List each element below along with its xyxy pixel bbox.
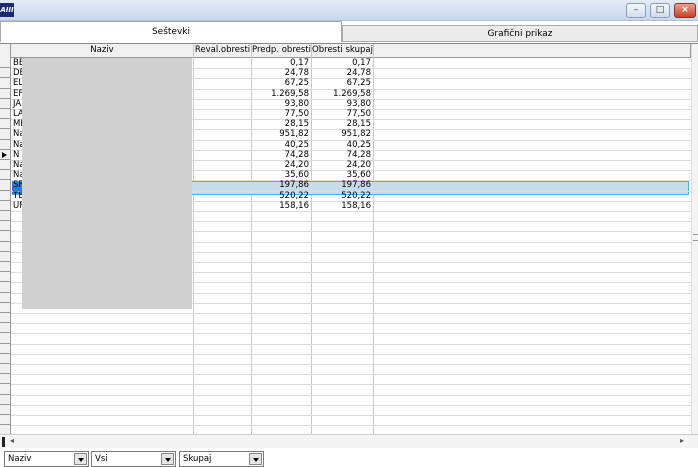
minimize-button[interactable]: –: [626, 3, 646, 18]
maximize-icon: □: [655, 5, 665, 15]
vertical-scrollbar[interactable]: [691, 44, 698, 434]
row-divider: [11, 353, 691, 355]
row-indicator[interactable]: [0, 323, 10, 334]
filter-combo-naziv[interactable]: Naziv: [4, 451, 89, 467]
row-divider: [11, 374, 691, 376]
row-indicator[interactable]: [0, 344, 10, 354]
chevron-down-icon[interactable]: [74, 453, 87, 465]
row-divider: [11, 384, 691, 386]
scroll-grip-icon[interactable]: [693, 234, 698, 241]
column-header-blank: [374, 44, 691, 58]
filter-combo-vsi[interactable]: Vsi: [91, 451, 176, 467]
data-grid: Naziv Reval.obresti Predp. obresti Obres…: [0, 43, 698, 448]
row-divider: [11, 394, 691, 396]
row-indicator[interactable]: [0, 354, 10, 364]
tab-strip: Seštevki Grafični prikaz: [0, 21, 698, 43]
row-indicator[interactable]: [0, 252, 10, 262]
column-header-naziv[interactable]: Naziv: [11, 44, 194, 58]
row-indicator[interactable]: [0, 313, 10, 324]
row-indicator[interactable]: [0, 78, 10, 89]
current-row-arrow-icon: [2, 151, 7, 158]
redacted-names: [22, 58, 192, 309]
row-indicator[interactable]: [0, 89, 10, 99]
row-indicator[interactable]: [0, 129, 10, 140]
filter-value: Naziv: [8, 454, 32, 464]
row-indicator-column: [0, 44, 11, 436]
close-icon: ×: [681, 5, 689, 15]
column-header-reval-obresti[interactable]: Reval.obresti: [194, 44, 252, 58]
row-divider: [11, 425, 691, 427]
scroll-left-icon[interactable]: ◂: [10, 436, 14, 445]
row-indicator[interactable]: [0, 170, 10, 181]
filter-value: Vsi: [95, 454, 108, 464]
row-indicator[interactable]: [0, 140, 10, 150]
row-indicator[interactable]: [0, 201, 10, 211]
cell-predp[interactable]: 158,16: [252, 200, 311, 213]
row-indicator[interactable]: [0, 231, 10, 242]
column-header-predp-obresti[interactable]: Predp. obresti: [252, 44, 312, 58]
row-indicator[interactable]: [0, 160, 10, 171]
column-divider: [373, 44, 374, 434]
row-indicator[interactable]: [0, 405, 10, 415]
title-bar: AIII – □ ×: [0, 0, 698, 21]
row-indicator[interactable]: [0, 293, 10, 303]
tab-sestevki[interactable]: Seštevki: [0, 21, 342, 42]
row-indicator[interactable]: [0, 415, 10, 426]
close-button[interactable]: ×: [674, 3, 696, 18]
cell-reval[interactable]: [194, 200, 251, 213]
filter-value: Skupaj: [183, 454, 212, 464]
row-indicator[interactable]: [0, 374, 10, 385]
row-indicator[interactable]: [0, 68, 10, 79]
row-divider: [11, 415, 691, 416]
row-indicator[interactable]: [0, 191, 10, 201]
column-header-obresti-skupaj[interactable]: Obresti skupaj: [312, 44, 374, 58]
horizontal-scrollbar[interactable]: ◂ ▸: [0, 434, 698, 448]
row-divider: [11, 343, 691, 345]
row-divider: [11, 333, 691, 335]
row-divider: [11, 313, 691, 314]
row-indicator[interactable]: [0, 303, 10, 313]
row-indicator[interactable]: [0, 262, 10, 273]
row-indicator[interactable]: [0, 58, 10, 69]
row-divider: [11, 404, 691, 406]
chevron-down-icon[interactable]: [161, 453, 174, 465]
row-indicator[interactable]: [0, 221, 10, 232]
chevron-down-icon[interactable]: [249, 453, 262, 465]
row-indicator[interactable]: [0, 395, 10, 405]
row-indicator[interactable]: [0, 119, 10, 130]
scroll-right-icon[interactable]: ▸: [680, 436, 684, 445]
row-indicator[interactable]: [0, 364, 10, 375]
row-indicator[interactable]: [0, 109, 10, 120]
scroll-thumb[interactable]: [2, 437, 5, 447]
app-logo-icon: AIII: [0, 3, 14, 17]
row-indicator[interactable]: [0, 211, 10, 222]
row-indicator[interactable]: [0, 180, 10, 191]
row-indicator[interactable]: [0, 150, 10, 160]
minimize-icon: –: [633, 5, 639, 15]
row-indicator[interactable]: [0, 384, 10, 395]
row-indicator[interactable]: [0, 282, 10, 293]
row-divider: [11, 364, 691, 365]
maximize-button[interactable]: □: [650, 3, 670, 18]
tab-graficni-prikaz[interactable]: Grafični prikaz: [342, 25, 698, 42]
row-indicator[interactable]: [0, 242, 10, 252]
cell-skupaj[interactable]: 158,16: [312, 200, 373, 213]
filter-combo-skupaj[interactable]: Skupaj: [179, 451, 264, 467]
row-indicator[interactable]: [0, 99, 10, 109]
row-indicator[interactable]: [0, 272, 10, 283]
row-divider: [11, 323, 691, 325]
row-indicator[interactable]: [0, 333, 10, 344]
